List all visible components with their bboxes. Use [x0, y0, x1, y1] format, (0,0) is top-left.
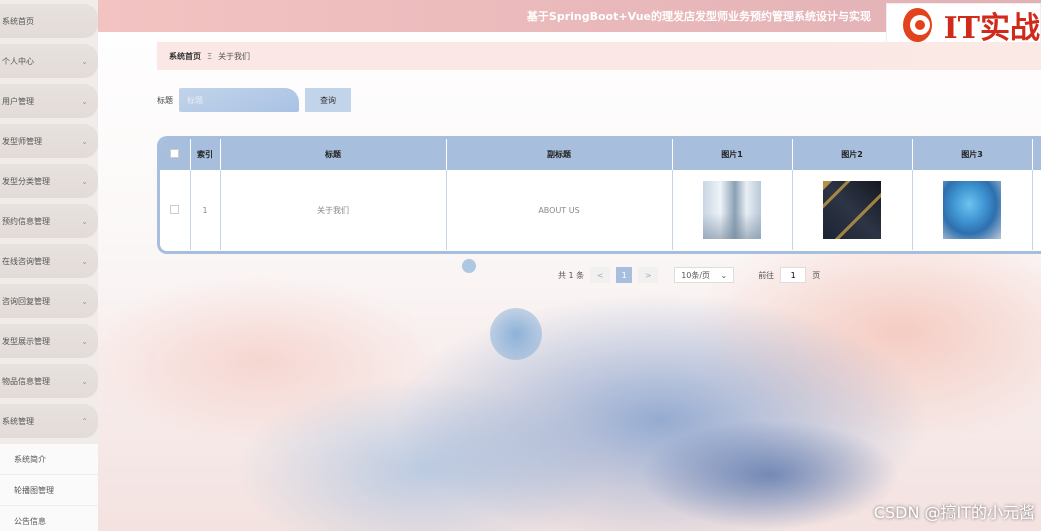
- pagination-total: 共 1 条: [558, 270, 585, 280]
- next-page-button[interactable]: >: [638, 267, 659, 283]
- logo-text: IT实战: [943, 11, 1040, 46]
- sidebar-item-hairstyle-showcase[interactable]: 发型展示管理 ⌄: [0, 324, 98, 358]
- row-subtitle: ABOUT US: [446, 170, 673, 250]
- goto-label: 前往: [758, 270, 775, 280]
- chevron-down-icon: ⌄: [81, 296, 88, 306]
- header-title: 标题: [220, 139, 447, 170]
- sidebar-item-consult-replies[interactable]: 咨询回复管理 ⌄: [0, 284, 98, 318]
- header-image3: 图片3: [912, 139, 1033, 170]
- sidebar-item-appointments[interactable]: 预约信息管理 ⌄: [0, 204, 98, 238]
- page-number-current[interactable]: 1: [616, 267, 633, 283]
- office-image-thumbnail[interactable]: [703, 181, 761, 239]
- background-splash-small: [462, 259, 476, 273]
- chevron-down-icon: ⌄: [81, 96, 88, 106]
- app-title: 基于SpringBoot+Vue的理发店发型师业务预约管理系统设计与实现: [526, 10, 871, 23]
- sidebar-item-home[interactable]: 系统首页: [0, 4, 98, 38]
- header-overflow: [1032, 139, 1041, 170]
- gold-abstract-image-thumbnail[interactable]: [823, 181, 881, 239]
- header-select-all[interactable]: [160, 139, 191, 170]
- sidebar-item-label: 在线咨询管理: [2, 256, 50, 266]
- checkbox-icon[interactable]: [170, 149, 180, 158]
- chevron-down-icon: ⌄: [81, 176, 88, 186]
- search-button[interactable]: 查询: [305, 88, 351, 112]
- sidebar-item-label: 用户管理: [2, 96, 34, 106]
- sidebar-item-hairstyle-categories[interactable]: 发型分类管理 ⌄: [0, 164, 98, 198]
- breadcrumb-separator-icon: Ξ: [207, 51, 213, 61]
- page-size-select[interactable]: 10条/页 ⌄: [674, 267, 735, 283]
- header-image1: 图片1: [672, 139, 793, 170]
- data-table: 索引 标题 副标题 图片1 图片2 图片3 1 关于我们 ABOUT US: [157, 136, 1041, 254]
- chevron-down-icon: ⌄: [81, 136, 88, 146]
- submenu-item-announcements[interactable]: 公告信息: [0, 506, 98, 531]
- row-image3-cell: [912, 170, 1033, 250]
- sidebar-item-label: 发型师管理: [2, 136, 42, 146]
- row-image1-cell: [672, 170, 793, 250]
- search-label: 标题: [157, 95, 173, 105]
- row-title: 关于我们: [220, 170, 447, 250]
- checkbox-icon[interactable]: [170, 204, 180, 214]
- sidebar-item-label: 系统管理: [2, 416, 34, 426]
- search-input[interactable]: [179, 88, 299, 112]
- page-suffix: 页: [812, 270, 821, 280]
- row-select[interactable]: [160, 170, 191, 250]
- header-image2: 图片2: [792, 139, 913, 170]
- header-index: 索引: [190, 139, 221, 170]
- pagination: 共 1 条 < 1 > 10条/页 ⌄ 前往 页: [558, 267, 820, 283]
- chevron-down-icon: ⌄: [720, 270, 728, 280]
- chevron-down-icon: ⌄: [81, 216, 88, 226]
- table-row: 1 关于我们 ABOUT US: [160, 170, 1041, 250]
- background-splash-dark: [640, 420, 900, 530]
- breadcrumb-current: 关于我们: [218, 51, 251, 61]
- submenu-item-carousel[interactable]: 轮播图管理: [0, 475, 98, 506]
- breadcrumb-home[interactable]: 系统首页: [169, 51, 201, 62]
- search-bar: 标题 查询: [157, 88, 351, 112]
- sidebar-item-label: 咨询回复管理: [2, 296, 50, 306]
- breadcrumb: 系统首页 Ξ 关于我们: [157, 42, 1041, 70]
- blue-office-image-thumbnail[interactable]: [943, 181, 1001, 239]
- chevron-down-icon: ⌄: [81, 256, 88, 266]
- sidebar-item-label: 个人中心: [2, 56, 34, 66]
- chevron-down-icon: ⌄: [81, 376, 88, 386]
- goto-page-input[interactable]: [780, 267, 807, 283]
- row-index: 1: [190, 170, 221, 250]
- submenu-item-system-intro[interactable]: 系统简介: [0, 444, 98, 475]
- sidebar-item-users[interactable]: 用户管理 ⌄: [0, 84, 98, 118]
- sidebar-item-online-consult[interactable]: 在线咨询管理 ⌄: [0, 244, 98, 278]
- sidebar-item-label: 系统首页: [2, 16, 34, 26]
- chevron-up-icon: ⌃: [81, 416, 88, 426]
- page-size-value: 10条/页: [681, 270, 711, 280]
- table-header-row: 索引 标题 副标题 图片1 图片2 图片3: [160, 139, 1041, 170]
- header-subtitle: 副标题: [446, 139, 673, 170]
- sidebar-item-profile[interactable]: 个人中心 ⌄: [0, 44, 98, 78]
- sidebar-item-label: 发型分类管理: [2, 176, 50, 186]
- sidebar-item-goods[interactable]: 物品信息管理 ⌄: [0, 364, 98, 398]
- sidebar-item-label: 发型展示管理: [2, 336, 50, 346]
- chevron-down-icon: ⌄: [81, 56, 88, 66]
- watermark: CSDN @搞IT的小元酱: [873, 503, 1035, 522]
- sidebar-item-label: 预约信息管理: [2, 216, 50, 226]
- sidebar-item-stylists[interactable]: 发型师管理 ⌄: [0, 124, 98, 158]
- chevron-down-icon: ⌄: [81, 336, 88, 346]
- logo-icon: [903, 8, 932, 42]
- row-image2-cell: [792, 170, 913, 250]
- prev-page-button[interactable]: <: [590, 267, 611, 283]
- background-splash: [490, 308, 542, 360]
- sidebar-item-system[interactable]: 系统管理 ⌃: [0, 404, 98, 438]
- sidebar: 系统首页 个人中心 ⌄ 用户管理 ⌄ 发型师管理 ⌄ 发型分类管理 ⌄ 预约信息…: [0, 0, 98, 531]
- logo: IT实战: [886, 3, 1041, 47]
- row-overflow: [1032, 170, 1041, 250]
- sidebar-item-label: 物品信息管理: [2, 376, 50, 386]
